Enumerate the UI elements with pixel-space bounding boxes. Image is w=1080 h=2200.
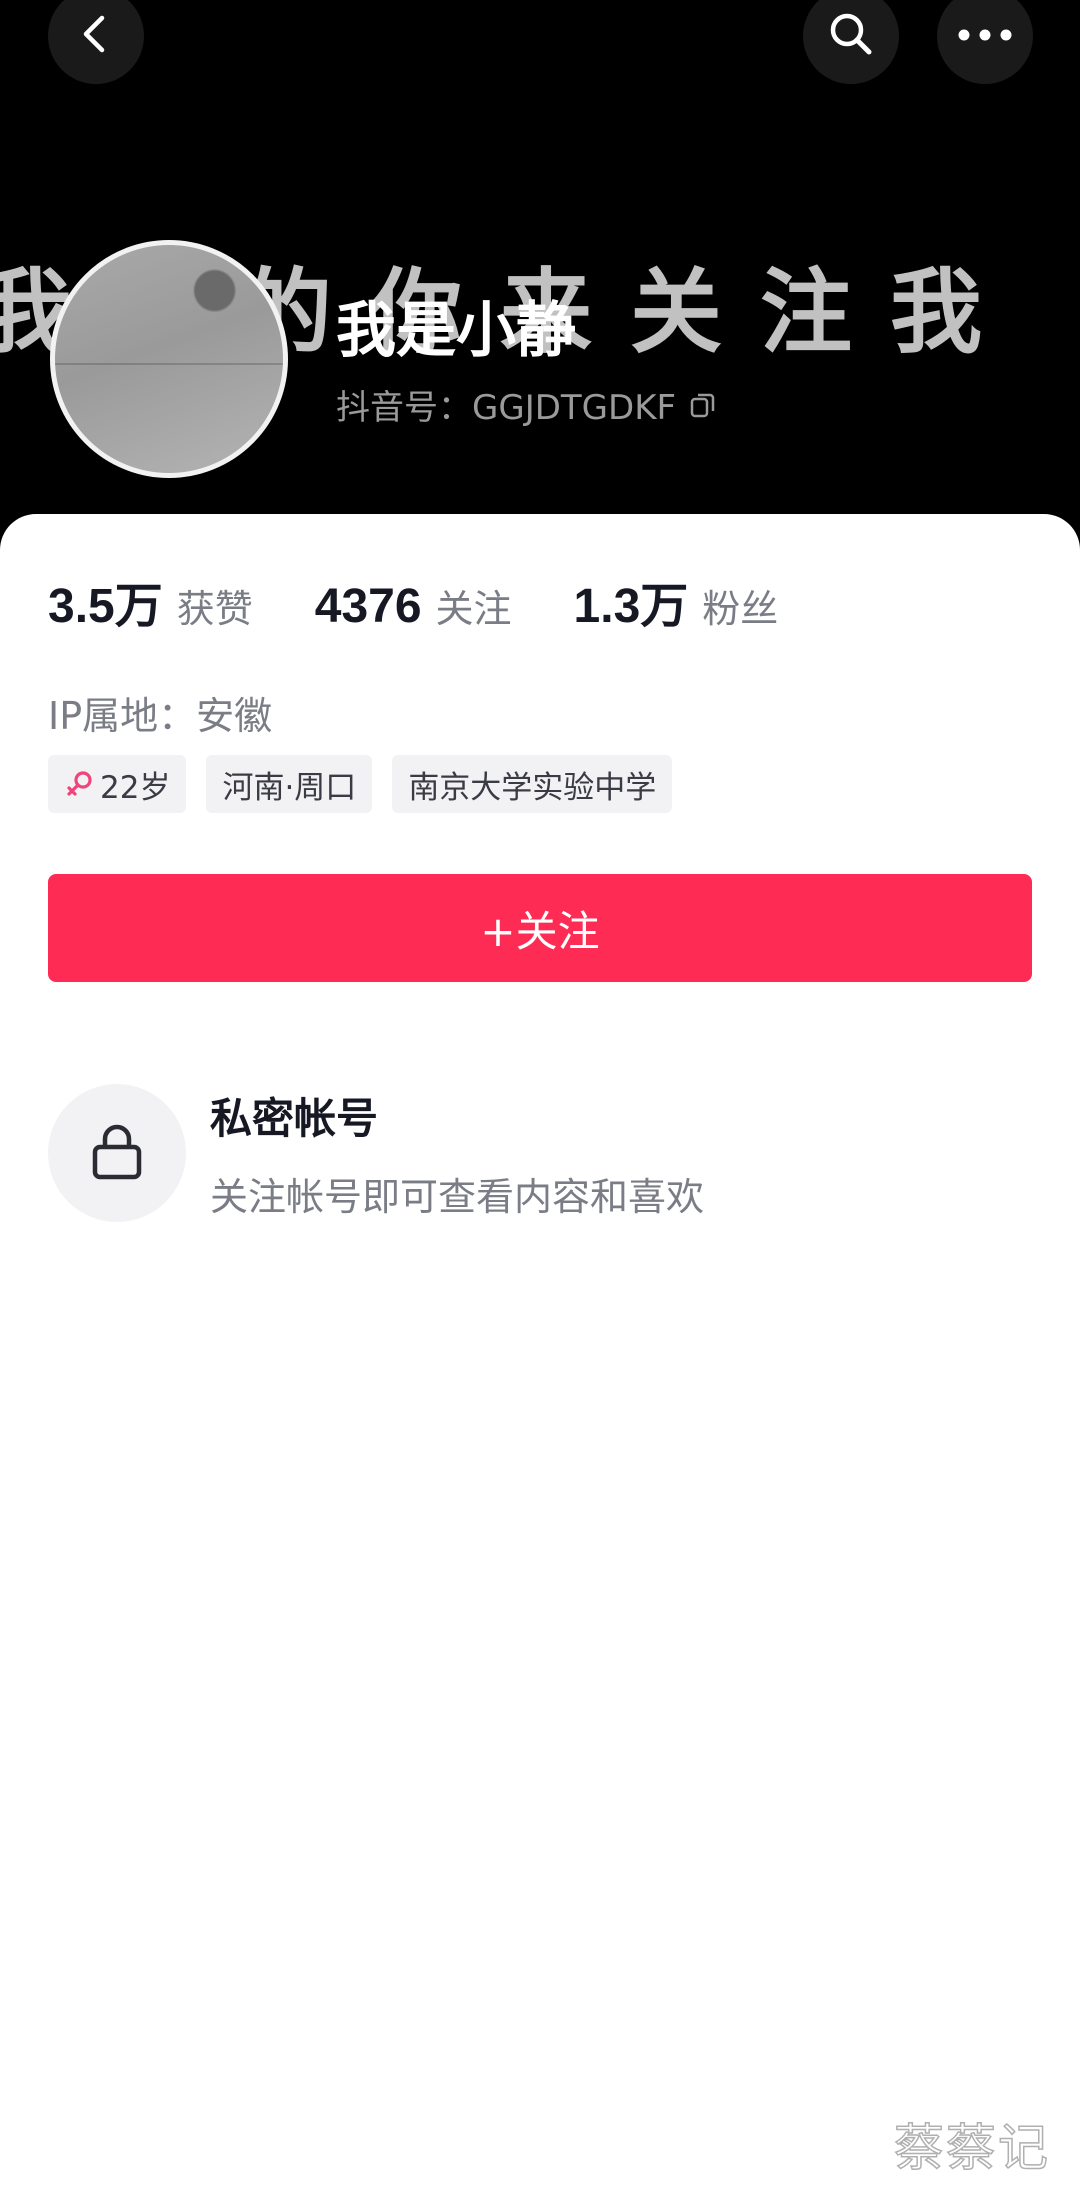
stat-value: 4376 <box>314 580 422 633</box>
stat-likes[interactable]: 3.5万 获赞 <box>48 566 253 636</box>
profile-header: 我秀的你来关注我 我是小静 抖音号：GGJDTGDKF <box>0 0 1080 560</box>
more-button[interactable] <box>937 0 1033 84</box>
stat-label: 关注 <box>435 587 512 631</box>
profile-tags: 22岁 河南·周口 南京大学实验中学 <box>48 755 692 813</box>
stat-following[interactable]: 4376 关注 <box>315 578 512 634</box>
stat-label: 粉丝 <box>702 587 779 631</box>
female-icon <box>64 769 94 799</box>
private-account-text: 私密帐号 关注帐号即可查看内容和喜欢 <box>210 1085 704 1221</box>
search-button[interactable] <box>803 0 899 84</box>
tag-location: 河南·周口 <box>206 755 373 813</box>
back-button[interactable] <box>48 0 144 84</box>
stat-value: 3.5万 <box>48 580 163 633</box>
private-account-notice: 私密帐号 关注帐号即可查看内容和喜欢 <box>48 1084 704 1222</box>
douyin-id[interactable]: 抖音号：GGJDTGDKF <box>336 380 718 429</box>
tag-age: 22岁 <box>48 755 187 813</box>
tag-school: 南京大学实验中学 <box>392 755 673 813</box>
back-arrow-icon <box>74 12 118 60</box>
private-description: 关注帐号即可查看内容和喜欢 <box>210 1175 705 1219</box>
more-icon <box>957 27 1013 46</box>
private-title: 私密帐号 <box>210 1094 379 1143</box>
follow-button[interactable]: +关注 <box>48 874 1032 982</box>
ip-location: IP属地：安徽 <box>48 694 273 738</box>
username: 我是小静 <box>336 296 576 366</box>
douyin-id-text: 抖音号：GGJDTGDKF <box>336 388 677 428</box>
stat-followers[interactable]: 1.3万 粉丝 <box>574 566 779 636</box>
tag-age-text: 22岁 <box>100 769 171 806</box>
watermark: 蔡蔡记 <box>893 2118 1050 2178</box>
copy-icon[interactable] <box>688 390 718 420</box>
lock-badge <box>48 1084 186 1222</box>
search-icon <box>825 8 877 64</box>
stat-label: 获赞 <box>176 587 253 631</box>
avatar[interactable] <box>50 240 288 478</box>
stat-value: 1.3万 <box>573 580 689 633</box>
lock-icon <box>89 1121 145 1185</box>
stats-row: 3.5万 获赞 4376 关注 1.3万 粉丝 <box>48 566 840 636</box>
